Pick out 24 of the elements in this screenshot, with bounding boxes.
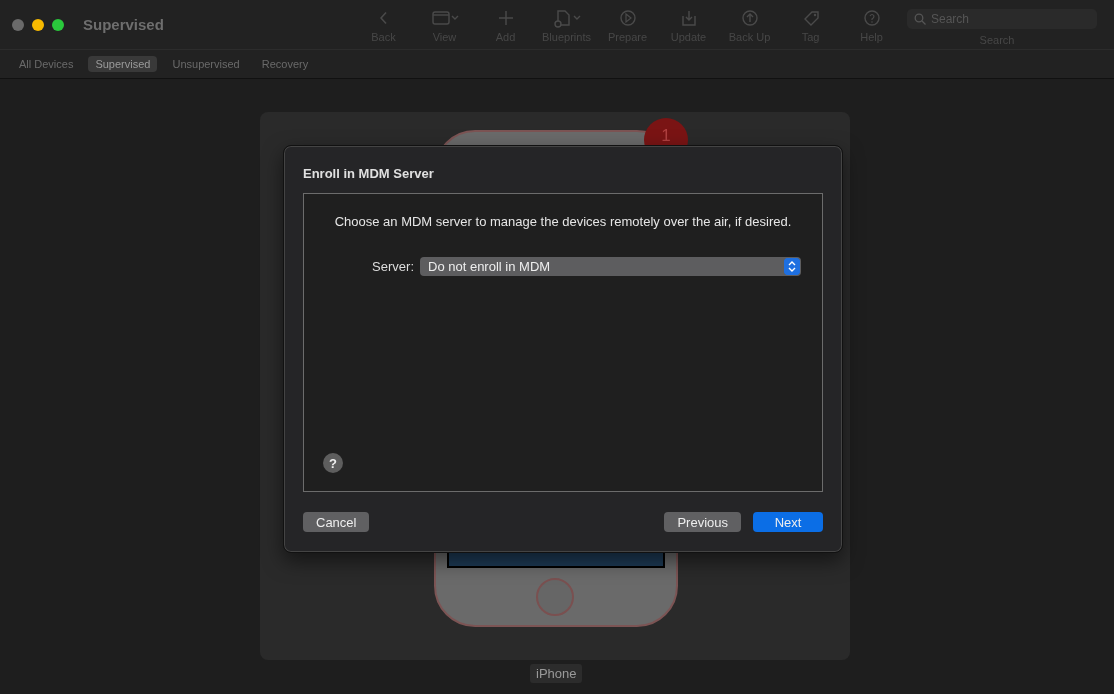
server-label: Server: xyxy=(371,259,414,274)
tab[interactable]: Unsupervised xyxy=(165,56,247,72)
dialog-title: Enroll in MDM Server xyxy=(303,166,435,181)
previous-button[interactable]: Previous xyxy=(664,512,741,532)
minimize-window-icon[interactable] xyxy=(32,18,44,31)
zoom-window-icon[interactable] xyxy=(52,18,64,31)
cancel-button[interactable]: Cancel xyxy=(303,512,370,532)
chevron-left-icon xyxy=(380,10,387,25)
up-arrow-circle-icon xyxy=(739,7,760,28)
help-button[interactable]: ? xyxy=(323,453,343,473)
close-window-icon[interactable] xyxy=(12,18,24,31)
tab[interactable]: All Devices xyxy=(12,56,81,72)
next-button[interactable]: Next xyxy=(753,512,823,532)
document-icon xyxy=(551,7,582,28)
dialog-message: Choose an MDM server to manage the devices remotely over the air, if desired. xyxy=(333,214,793,229)
stepper-chevrons-icon xyxy=(784,258,800,275)
play-circle-icon xyxy=(617,7,638,28)
tab[interactable]: Supervised xyxy=(88,56,158,72)
window-title: Supervised xyxy=(83,16,165,33)
device-name: iPhone xyxy=(530,664,583,683)
help-icon xyxy=(861,7,882,28)
search-icon xyxy=(914,12,926,25)
server-dropdown[interactable]: Do not enroll in MDM xyxy=(420,257,801,276)
tab[interactable]: Recovery xyxy=(254,56,316,72)
